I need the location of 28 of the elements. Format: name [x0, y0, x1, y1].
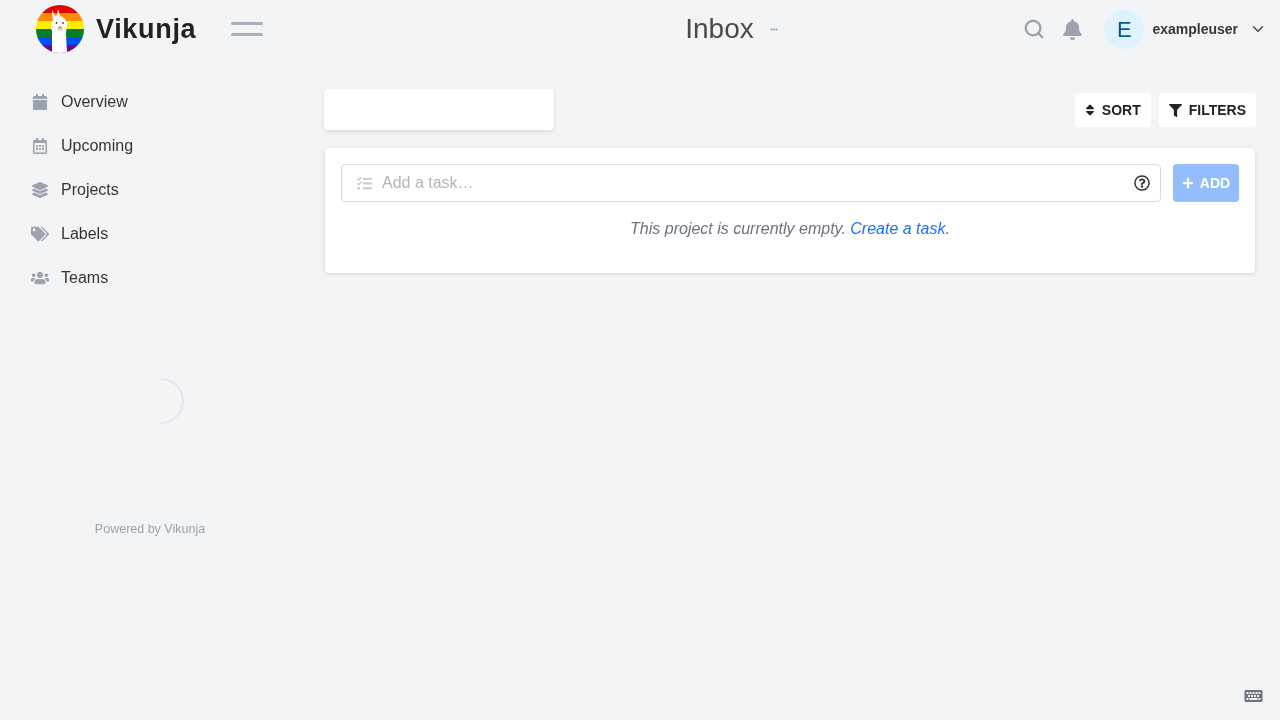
- filter-icon: [1168, 103, 1182, 117]
- tags-icon: [31, 226, 49, 242]
- sidebar-item[interactable]: Labels: [0, 212, 284, 256]
- layers-icon: [31, 182, 49, 198]
- add-task-input[interactable]: Add a task…: [341, 164, 1161, 202]
- sidebar-item[interactable]: Teams: [0, 256, 284, 300]
- task-list-icon: [356, 176, 373, 191]
- keyboard-icon[interactable]: [1244, 688, 1263, 704]
- empty-project-message: This project is currently empty. Create a task.: [629, 219, 951, 239]
- user-avatar[interactable]: E: [1104, 9, 1145, 49]
- calendar-icon: [31, 94, 49, 110]
- plus-icon: [1181, 177, 1194, 189]
- page-title: Inbox: [685, 12, 754, 46]
- sort-arrows-icon: [1084, 103, 1095, 117]
- help-icon[interactable]: [1134, 175, 1150, 191]
- llama-logo[interactable]: [36, 5, 84, 53]
- sidebar-item[interactable]: Projects: [0, 168, 284, 212]
- people-icon: [31, 270, 49, 286]
- sidebar-item[interactable]: Upcoming: [0, 124, 284, 168]
- bell-icon[interactable]: [1063, 18, 1083, 40]
- sidebar-item[interactable]: Overview: [0, 80, 284, 124]
- calendar-grid-icon: [31, 138, 49, 154]
- username[interactable]: exampleuser: [1152, 18, 1238, 40]
- toolbar-button[interactable]: SORT: [1074, 93, 1151, 127]
- brand-name[interactable]: Vikunja: [96, 8, 197, 50]
- create-task-link[interactable]: Create a task.: [850, 220, 950, 237]
- search-icon[interactable]: [1023, 18, 1046, 40]
- toolbar-button[interactable]: FILTERS: [1158, 93, 1256, 127]
